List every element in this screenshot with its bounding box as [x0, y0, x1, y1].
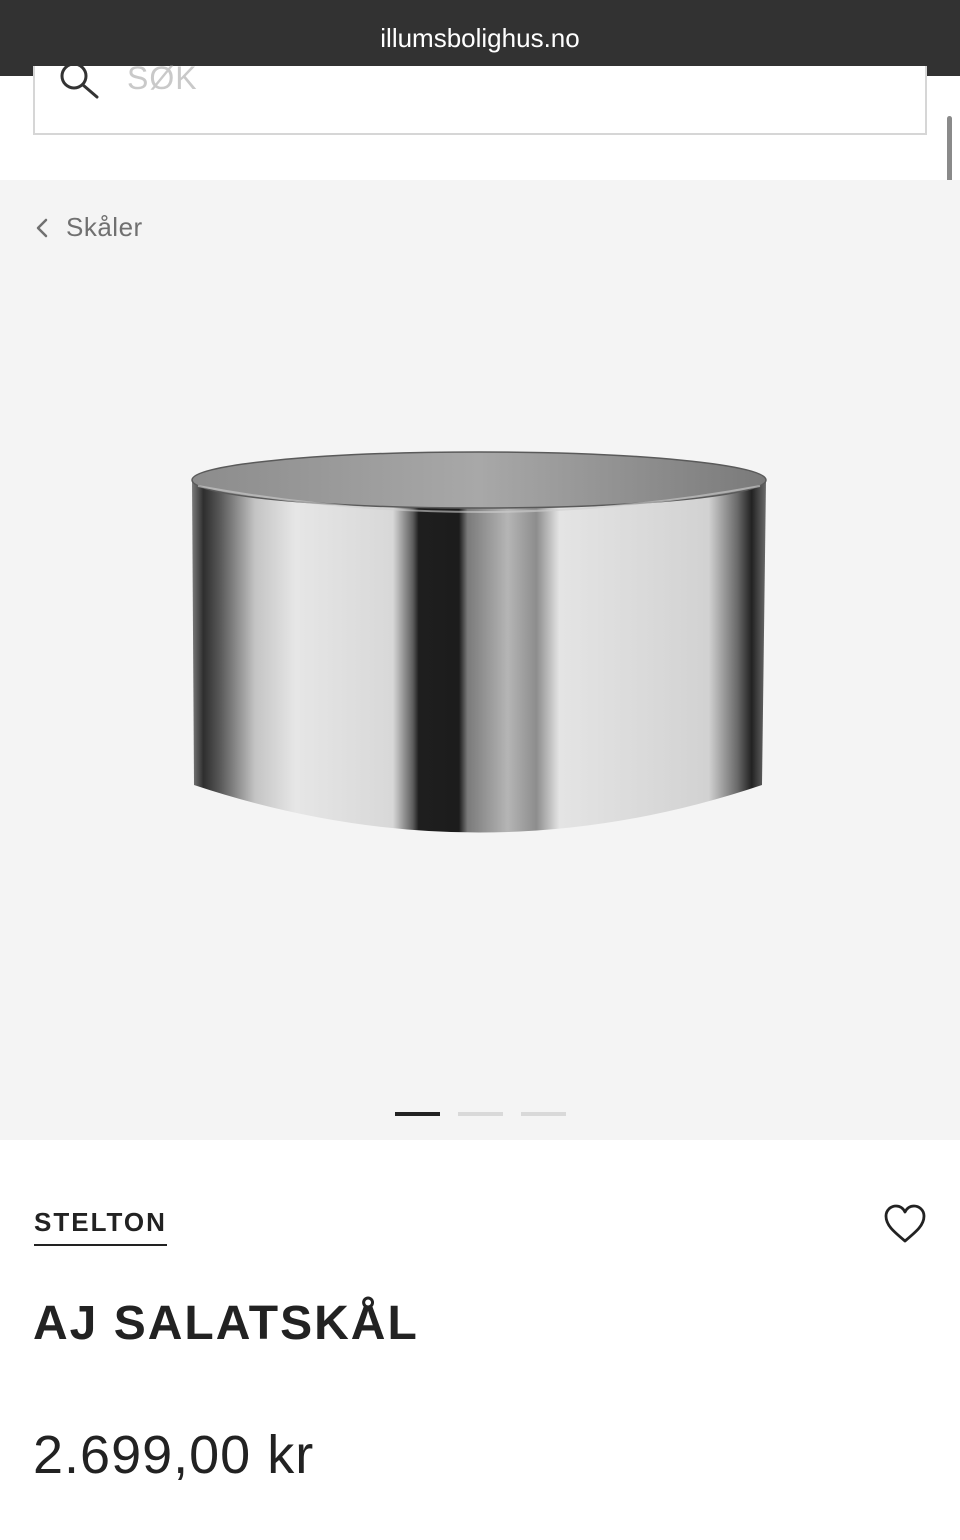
- breadcrumb-back-link[interactable]: Skåler: [34, 212, 143, 243]
- product-price: 2.699,00 kr: [33, 1425, 315, 1485]
- search-section: SØK: [0, 60, 960, 180]
- chevron-left-icon: [36, 218, 48, 237]
- url-text: illumsbolighus.no: [380, 22, 580, 53]
- brand-link[interactable]: STELTON: [34, 1207, 167, 1246]
- search-placeholder: SØK: [127, 60, 198, 96]
- product-image: [191, 451, 767, 833]
- heart-icon[interactable]: [883, 1204, 927, 1244]
- gallery-pagination: [395, 1112, 566, 1116]
- search-icon: [60, 66, 99, 99]
- gallery-dot-3[interactable]: [521, 1112, 566, 1116]
- gallery-dot-2[interactable]: [458, 1112, 503, 1116]
- gallery-dot-1[interactable]: [395, 1112, 440, 1116]
- product-gallery[interactable]: Skåler: [0, 180, 960, 1140]
- product-title: AJ SALATSKÅL: [33, 1297, 419, 1350]
- breadcrumb-label: Skåler: [66, 212, 143, 242]
- search-input[interactable]: SØK: [33, 60, 927, 135]
